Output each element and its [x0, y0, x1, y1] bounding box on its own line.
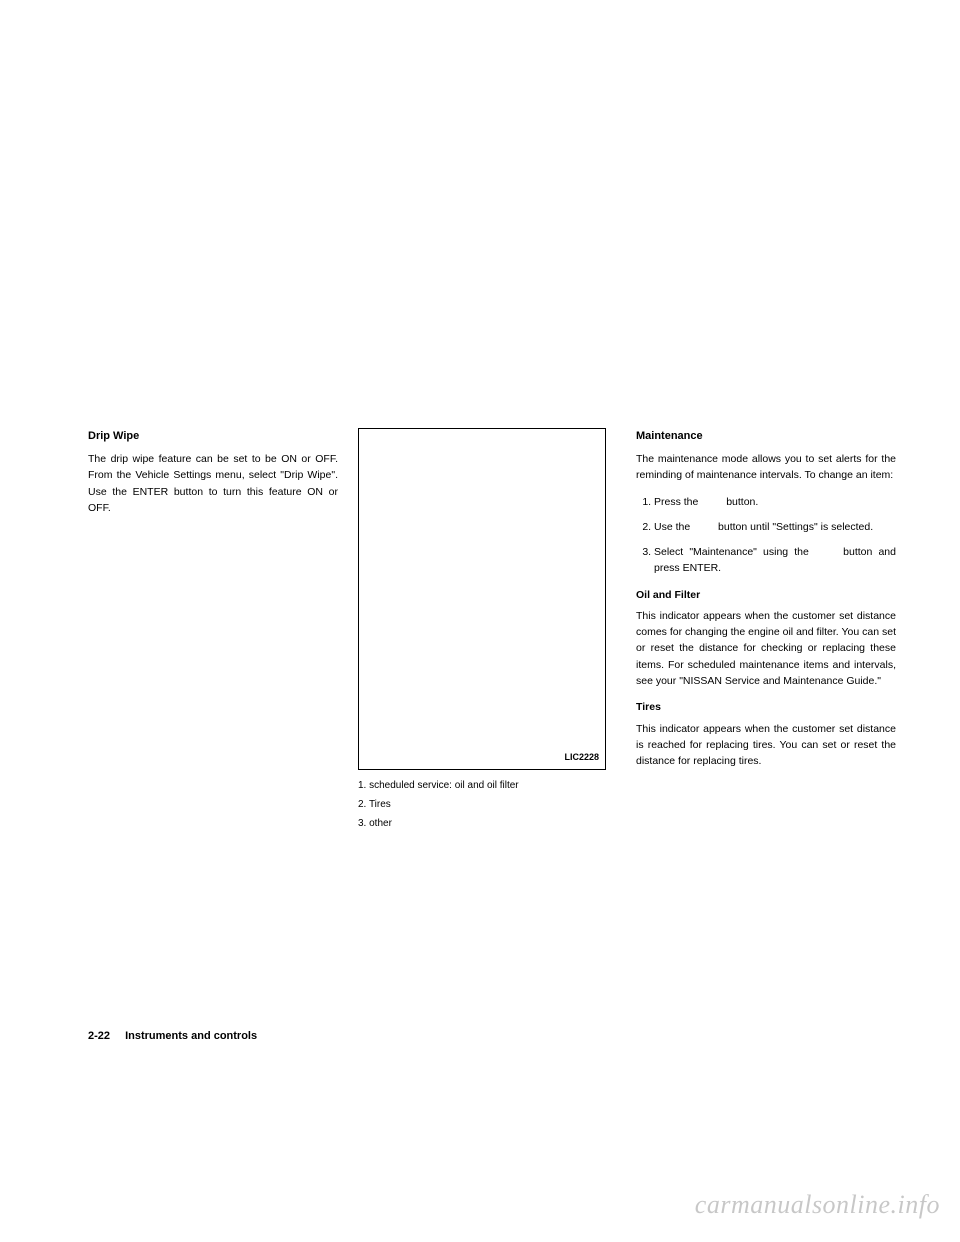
page-number: 2-22	[88, 1030, 110, 1042]
caption-3: 3. other	[358, 814, 616, 833]
column-2: LIC2228 1. scheduled service: oil and oi…	[358, 428, 616, 833]
step-2: Use the button until "Settings" is selec…	[654, 519, 896, 535]
step-3: Select "Maintenance" using the button an…	[654, 544, 896, 577]
oil-filter-paragraph: This indicator appears when the customer…	[636, 608, 896, 689]
figure-label: LIC2228	[564, 751, 599, 765]
column-1: Drip Wipe The drip wipe feature can be s…	[88, 428, 338, 833]
oil-filter-heading: Oil and Filter	[636, 587, 896, 603]
tires-paragraph: This indicator appears when the customer…	[636, 721, 896, 770]
maintenance-intro: The maintenance mode allows you to set a…	[636, 451, 896, 484]
button-icon	[693, 520, 715, 530]
caption-2: 2. Tires	[358, 795, 616, 814]
drip-wipe-heading: Drip Wipe	[88, 428, 338, 445]
column-3: Maintenance The maintenance mode allows …	[636, 428, 896, 833]
page-columns: Drip Wipe The drip wipe feature can be s…	[88, 428, 910, 833]
section-title: Instruments and controls	[125, 1030, 257, 1042]
drip-wipe-paragraph: The drip wipe feature can be set to be O…	[88, 451, 338, 516]
maintenance-heading: Maintenance	[636, 428, 896, 445]
tires-heading: Tires	[636, 699, 896, 715]
maintenance-steps: Press the button. Use the button until "…	[636, 494, 896, 577]
button-icon	[815, 545, 837, 555]
button-icon	[701, 495, 723, 505]
caption-1: 1. scheduled service: oil and oil filter	[358, 776, 616, 795]
figure-box: LIC2228	[358, 428, 606, 770]
figure-captions: 1. scheduled service: oil and oil filter…	[358, 776, 616, 833]
page-footer: 2-22 Instruments and controls	[88, 1030, 257, 1042]
step-1: Press the button.	[654, 494, 896, 510]
watermark: carmanualsonline.info	[695, 1190, 940, 1220]
